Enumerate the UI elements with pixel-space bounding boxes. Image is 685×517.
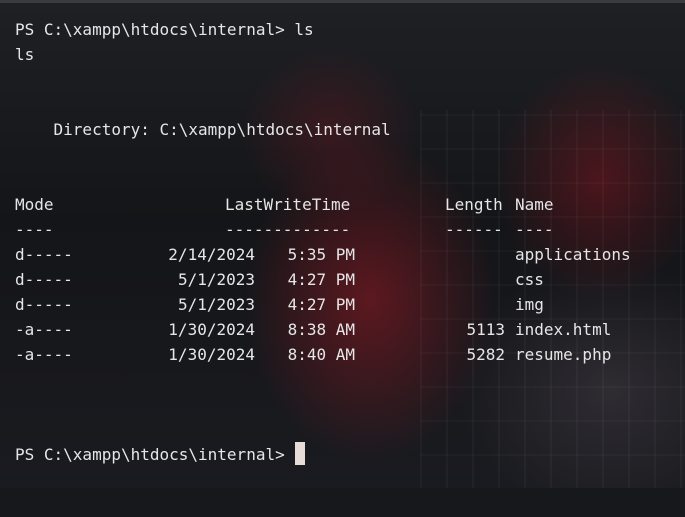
listing-row: -a---- 1/30/2024 8:40 AM 5282 resume.php	[15, 342, 611, 367]
listing-separator: ---- ------------- ------ ----	[15, 217, 554, 242]
row-time: 5:35 PM	[287, 245, 355, 264]
listing-header: Mode LastWriteTime Length Name	[15, 192, 554, 217]
row-date: 2/14/2024	[168, 245, 255, 264]
row-name: index.html	[515, 320, 612, 339]
row-mode: -a----	[15, 345, 73, 364]
separator-mode: ----	[15, 220, 54, 239]
command-line: PS C:\xampp\htdocs\internal> ls	[15, 20, 314, 39]
row-length: 5282	[466, 345, 505, 364]
listing-row: -a---- 1/30/2024 8:38 AM 5113 index.html	[15, 317, 611, 342]
row-mode: d-----	[15, 270, 73, 289]
listing-row: d----- 5/1/2023 4:27 PM css	[15, 267, 544, 292]
header-name: Name	[515, 195, 554, 214]
listing-row: d----- 5/1/2023 4:27 PM img	[15, 292, 544, 317]
row-date: 1/30/2024	[168, 320, 255, 339]
header-length: Length	[445, 195, 503, 214]
row-mode: d-----	[15, 245, 73, 264]
row-name: applications	[515, 245, 631, 264]
header-lastwritetime: LastWriteTime	[225, 195, 351, 214]
separator-name: ----	[515, 220, 554, 239]
header-mode: Mode	[15, 195, 54, 214]
row-mode: -a----	[15, 320, 73, 339]
row-date: 5/1/2023	[177, 295, 255, 314]
command-echo: ls	[15, 45, 35, 64]
row-time: 4:27 PM	[287, 270, 355, 289]
row-length: 5113	[466, 320, 505, 339]
row-date: 5/1/2023	[177, 270, 255, 289]
row-name: resume.php	[515, 345, 612, 364]
separator-lastwritetime: -------------	[225, 220, 351, 239]
row-mode: d-----	[15, 295, 73, 314]
row-time: 4:27 PM	[287, 295, 355, 314]
row-time: 8:40 AM	[287, 345, 355, 364]
separator-length: ------	[445, 220, 503, 239]
terminal-output[interactable]: PS C:\xampp\htdocs\internal> ls ls Direc…	[15, 17, 631, 467]
listing-row: d----- 2/14/2024 5:35 PM applications	[15, 242, 631, 267]
row-date: 1/30/2024	[168, 345, 255, 364]
prompt-line[interactable]: PS C:\xampp\htdocs\internal>	[15, 442, 391, 467]
row-name: img	[515, 295, 544, 314]
directory-line: Directory: C:\xampp\htdocs\internal	[15, 120, 391, 139]
text-cursor	[294, 442, 305, 465]
row-name: css	[515, 270, 544, 289]
row-time: 8:38 AM	[287, 320, 355, 339]
prompt-text: PS C:\xampp\htdocs\internal>	[15, 445, 285, 464]
